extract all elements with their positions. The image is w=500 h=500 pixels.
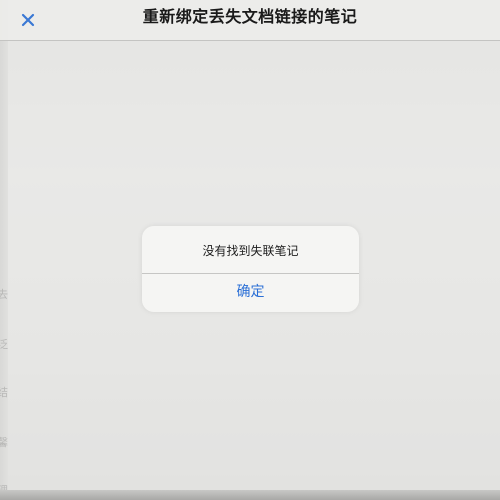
close-icon (21, 13, 35, 27)
navigation-bar: 重新绑定丢失文档链接的笔记 (0, 0, 500, 41)
alert-dialog: 没有找到失联笔记 确定 (142, 226, 359, 312)
alert-message: 没有找到失联笔记 (202, 244, 299, 258)
close-button[interactable] (14, 6, 42, 34)
ipad-screen: l 去 泛 结 馨 理 重新绑定丢失文档链接的笔记 没有找到失联笔记 确定 (0, 0, 500, 500)
device-bezel-bottom (0, 490, 500, 500)
confirm-button[interactable]: 确定 (142, 274, 359, 312)
page-title: 重新绑定丢失文档链接的笔记 (142, 7, 358, 26)
